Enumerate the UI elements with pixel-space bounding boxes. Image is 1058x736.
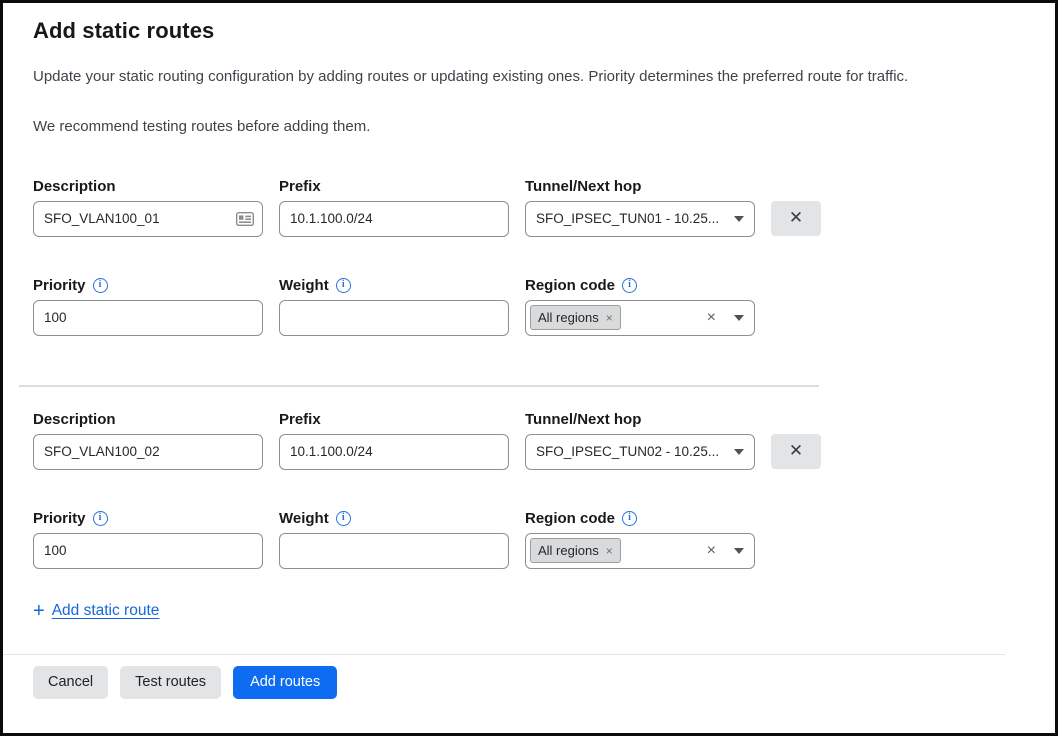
chevron-down-icon [734,315,744,321]
chevron-down-icon [734,216,744,222]
intro-text-line1: Update your static routing configuration… [33,68,1025,87]
tunnel-selected-value: SFO_IPSEC_TUN01 - 10.25... [536,211,726,226]
footer-actions: Cancel Test routes Add routes [33,666,1025,699]
prefix-label: Prefix [279,178,321,195]
priority-label: Priority [33,277,86,294]
add-static-routes-dialog: Add static routes Update your static rou… [3,3,1055,699]
region-clear-icon[interactable]: × [707,543,716,559]
test-routes-button[interactable]: Test routes [120,666,221,699]
tunnel-next-hop-select[interactable]: SFO_IPSEC_TUN01 - 10.25... [525,201,755,237]
cancel-button[interactable]: Cancel [33,666,108,699]
add-static-route-link[interactable]: + Add static route [33,601,159,621]
region-tag-label: All regions [538,543,599,558]
prefix-input[interactable] [279,434,509,470]
add-static-route-label: Add static route [52,602,160,620]
priority-input[interactable] [33,300,263,336]
priority-info-icon[interactable]: i [93,278,108,293]
priority-info-icon[interactable]: i [93,511,108,526]
page-title: Add static routes [33,18,1025,44]
prefix-label: Prefix [279,411,321,428]
region-code-info-icon[interactable]: i [622,278,637,293]
tunnel-next-hop-label: Tunnel/Next hop [525,411,641,428]
region-tag: All regions × [530,305,621,330]
description-label: Description [33,178,116,195]
priority-input[interactable] [33,533,263,569]
region-code-label: Region code [525,510,615,527]
description-input[interactable] [33,434,263,470]
weight-info-icon[interactable]: i [336,278,351,293]
region-code-select[interactable]: All regions × × [525,300,755,336]
tunnel-selected-value: SFO_IPSEC_TUN02 - 10.25... [536,444,726,459]
route-divider [19,385,819,387]
region-clear-icon[interactable]: × [707,310,716,326]
add-routes-button[interactable]: Add routes [233,666,337,699]
chevron-down-icon [734,449,744,455]
region-tag: All regions × [530,538,621,563]
weight-label: Weight [279,277,329,294]
weight-info-icon[interactable]: i [336,511,351,526]
region-tag-remove-icon[interactable]: × [606,312,613,324]
weight-input[interactable] [279,533,509,569]
priority-label: Priority [33,510,86,527]
region-tag-remove-icon[interactable]: × [606,545,613,557]
remove-route-button[interactable]: ✕ [771,434,821,469]
weight-input[interactable] [279,300,509,336]
tunnel-next-hop-label: Tunnel/Next hop [525,178,641,195]
region-code-label: Region code [525,277,615,294]
contact-card-icon[interactable] [236,212,254,226]
footer-divider [3,654,1005,655]
prefix-input[interactable] [279,201,509,237]
weight-label: Weight [279,510,329,527]
route-block-1: Description Prefix Tunnel/Next hop [33,178,1025,336]
description-input[interactable] [33,201,263,237]
route-block-2: Description Prefix Tunnel/Next hop SFO_I… [33,411,1025,569]
region-code-select[interactable]: All regions × × [525,533,755,569]
region-code-info-icon[interactable]: i [622,511,637,526]
description-label: Description [33,411,116,428]
chevron-down-icon [734,548,744,554]
region-tag-label: All regions [538,310,599,325]
tunnel-next-hop-select[interactable]: SFO_IPSEC_TUN02 - 10.25... [525,434,755,470]
intro-text-line2: We recommend testing routes before addin… [33,118,1025,137]
plus-icon: + [33,601,45,621]
remove-route-button[interactable]: ✕ [771,201,821,236]
